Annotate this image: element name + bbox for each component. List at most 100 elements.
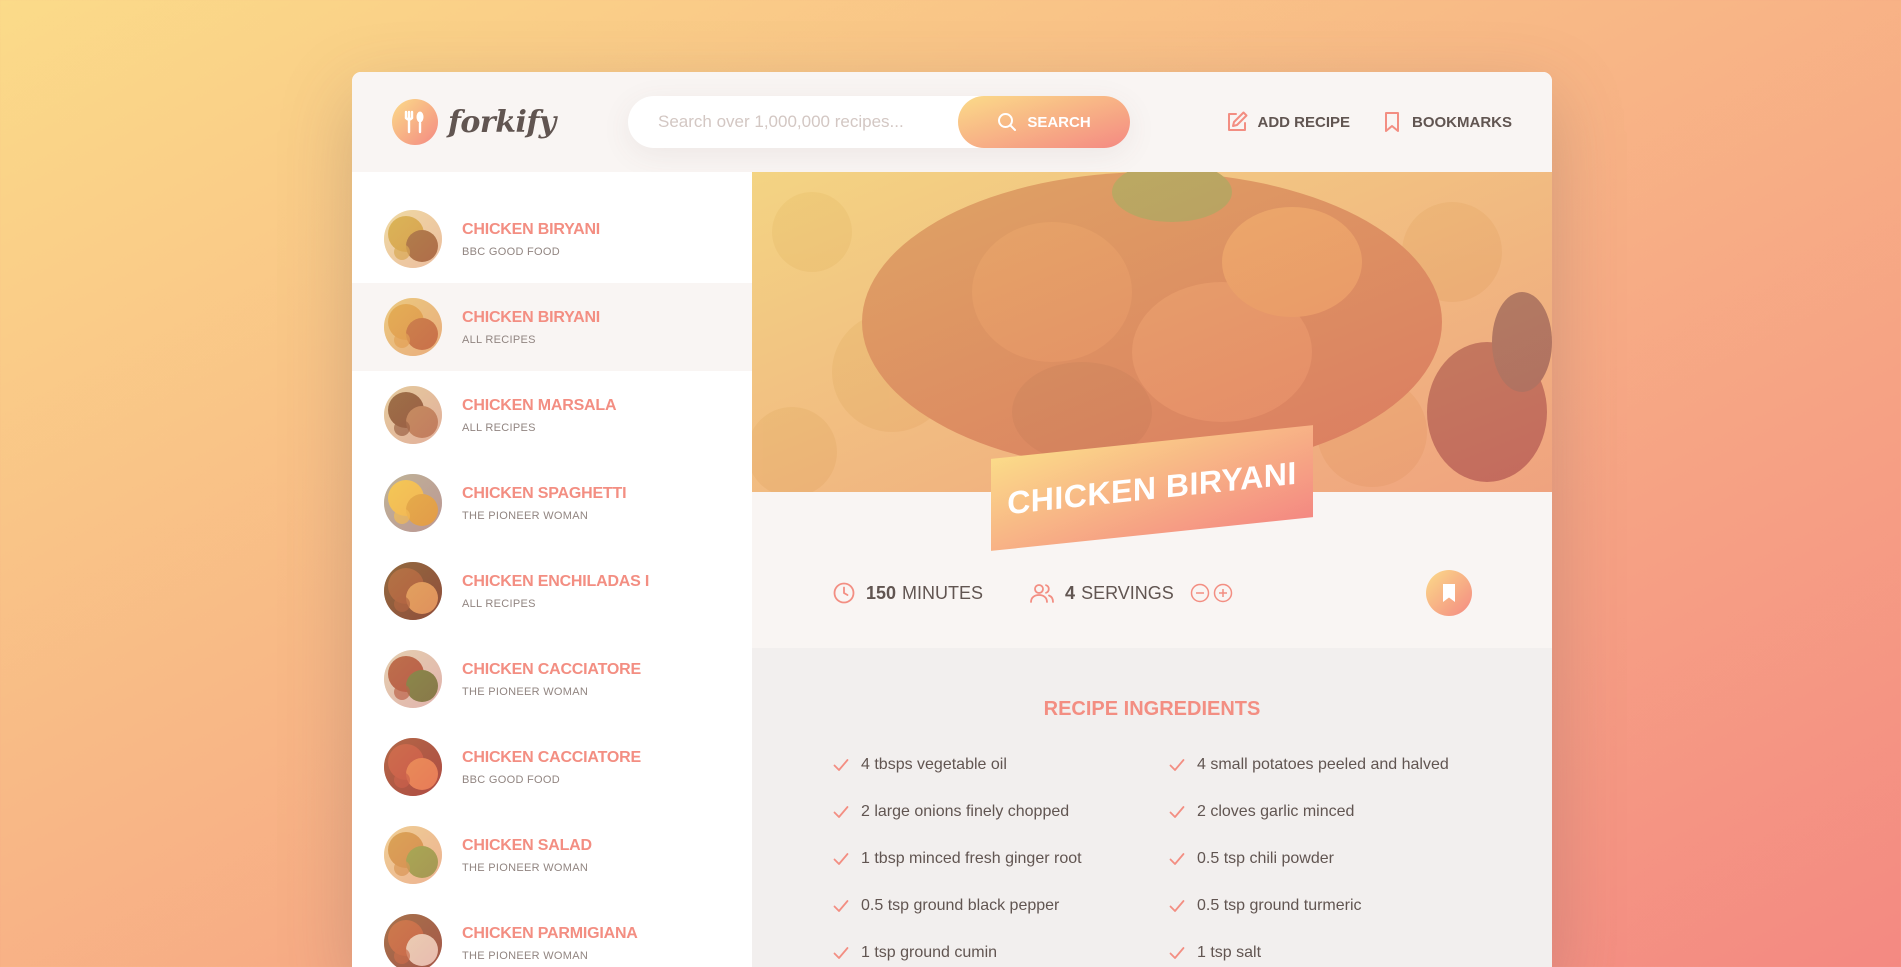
result-publisher: BBC GOOD FOOD	[462, 245, 561, 258]
main-nav: ADD RECIPE BOOKMARKS	[1225, 102, 1512, 142]
check-icon	[1168, 944, 1186, 962]
add-recipe-label: ADD RECIPE	[1257, 113, 1350, 131]
ingredient-item: 4 tbsps vegetable oil	[832, 756, 1162, 774]
result-thumbnail	[384, 298, 442, 356]
ingredient-item: 2 cloves garlic minced	[1168, 803, 1498, 821]
recipe-view: CHICKEN BIRYANI 150 MINUTES 4 SERVINGS R…	[752, 172, 1552, 967]
cooking-time-value: 150	[866, 582, 897, 603]
result-item[interactable]: CHICKEN BIRYANI BBC GOOD FOOD	[352, 195, 752, 283]
search-form: SEARCH	[628, 96, 1130, 148]
result-item[interactable]: CHICKEN BIRYANI ALL RECIPES	[352, 283, 752, 371]
logo-text: forkify	[448, 104, 556, 140]
result-title: CHICKEN BIRYANI	[462, 308, 601, 326]
users-icon	[1029, 581, 1055, 605]
result-publisher: ALL RECIPES	[462, 597, 536, 610]
search-icon	[997, 112, 1017, 132]
recipe-ingredients: RECIPE INGREDIENTS 4 tbsps vegetable oil…	[752, 648, 1552, 967]
result-publisher: BBC GOOD FOOD	[462, 773, 561, 786]
check-icon	[832, 803, 850, 821]
bookmark-icon	[1380, 110, 1404, 134]
plus-circle-icon[interactable]	[1213, 583, 1233, 603]
servings-controls	[1190, 583, 1233, 603]
check-icon	[1168, 803, 1186, 821]
result-thumbnail	[384, 914, 442, 967]
ingredient-text: 1 tsp salt	[1197, 944, 1262, 961]
bookmarks-button[interactable]: BOOKMARKS	[1380, 102, 1512, 142]
result-item[interactable]: CHICKEN PARMIGIANA THE PIONEER WOMAN	[352, 899, 752, 967]
result-thumbnail	[384, 386, 442, 444]
cooking-time: 150 MINUTES	[832, 581, 983, 605]
check-icon	[832, 756, 850, 774]
result-publisher: THE PIONEER WOMAN	[462, 509, 589, 522]
result-item[interactable]: CHICKEN SPAGHETTI THE PIONEER WOMAN	[352, 459, 752, 547]
search-results: CHICKEN BIRYANI BBC GOOD FOOD CHICKEN BIRY…	[352, 172, 752, 967]
result-title: CHICKEN PARMIGIANA	[462, 924, 638, 942]
ingredient-text: 2 cloves garlic minced	[1197, 803, 1355, 820]
result-item[interactable]: CHICKEN MARSALA ALL RECIPES	[352, 371, 752, 459]
bookmarks-label: BOOKMARKS	[1412, 113, 1512, 131]
result-thumbnail	[384, 562, 442, 620]
result-item[interactable]: CHICKEN CACCIATORE BBC GOOD FOOD	[352, 723, 752, 811]
ingredient-item: 1 tbsp minced fresh ginger root	[832, 850, 1162, 868]
clock-icon	[832, 581, 856, 605]
result-thumbnail	[384, 474, 442, 532]
result-title: CHICKEN SPAGHETTI	[462, 484, 627, 502]
ingredient-item: 4 small potatoes peeled and halved	[1168, 756, 1498, 774]
app-container: forkify SEARCH ADD RECIPE	[352, 72, 1552, 967]
ingredient-item: 0.5 tsp ground black pepper	[832, 897, 1162, 915]
result-publisher: THE PIONEER WOMAN	[462, 861, 589, 874]
ingredient-item: 1 tsp ground cumin	[832, 944, 1162, 962]
result-thumbnail	[384, 210, 442, 268]
servings: 4 SERVINGS	[1029, 581, 1233, 605]
ingredient-text: 0.5 tsp ground turmeric	[1197, 897, 1362, 914]
add-recipe-button[interactable]: ADD RECIPE	[1225, 102, 1350, 142]
check-icon	[832, 897, 850, 915]
result-item[interactable]: CHICKEN ENCHILADAS I ALL RECIPES	[352, 547, 752, 635]
search-button-label: SEARCH	[1027, 113, 1091, 131]
result-publisher: THE PIONEER WOMAN	[462, 685, 589, 698]
edit-icon	[1225, 110, 1249, 134]
ingredients-heading: RECIPE INGREDIENTS	[1043, 698, 1261, 720]
header: forkify SEARCH ADD RECIPE	[352, 72, 1552, 172]
ingredient-text: 2 large onions finely chopped	[861, 803, 1070, 820]
search-button[interactable]: SEARCH	[958, 96, 1130, 148]
result-thumbnail	[384, 650, 442, 708]
result-publisher: ALL RECIPES	[462, 333, 536, 346]
result-publisher: THE PIONEER WOMAN	[462, 949, 589, 962]
result-item[interactable]: CHICKEN CACCIATORE THE PIONEER WOMAN	[352, 635, 752, 723]
search-input[interactable]	[628, 96, 958, 148]
result-item[interactable]: CHICKEN SALAD THE PIONEER WOMAN	[352, 811, 752, 899]
result-title: CHICKEN SALAD	[462, 836, 592, 854]
result-thumbnail	[384, 826, 442, 884]
servings-unit: SERVINGS	[1081, 582, 1174, 603]
ingredient-text: 0.5 tsp chili powder	[1197, 850, 1334, 867]
check-icon	[1168, 756, 1186, 774]
ingredient-text: 4 small potatoes peeled and halved	[1197, 756, 1449, 773]
result-title: CHICKEN MARSALA	[462, 396, 617, 414]
bookmark-icon	[1438, 582, 1460, 604]
ingredient-item: 0.5 tsp chili powder	[1168, 850, 1498, 868]
ingredient-item: 0.5 tsp ground turmeric	[1168, 897, 1498, 915]
check-icon	[1168, 850, 1186, 868]
ingredient-item: 2 large onions finely chopped	[832, 803, 1162, 821]
check-icon	[832, 850, 850, 868]
result-title: CHICKEN ENCHILADAS I	[462, 572, 650, 590]
check-icon	[1168, 897, 1186, 915]
ingredient-text: 0.5 tsp ground black pepper	[861, 897, 1060, 914]
fork-knife-icon	[392, 99, 438, 145]
servings-value: 4	[1065, 582, 1076, 603]
check-icon	[832, 944, 850, 962]
result-thumbnail	[384, 738, 442, 796]
ingredient-text: 1 tsp ground cumin	[861, 944, 998, 961]
ingredient-text: 1 tbsp minced fresh ginger root	[861, 850, 1082, 867]
cooking-time-unit: MINUTES	[902, 582, 984, 603]
result-title: CHICKEN CACCIATORE	[462, 748, 641, 766]
recipe-details: 150 MINUTES 4 SERVINGS	[832, 570, 1472, 616]
ingredient-item: 1 tsp salt	[1168, 944, 1498, 962]
result-publisher: ALL RECIPES	[462, 421, 536, 434]
minus-circle-icon[interactable]	[1190, 583, 1210, 603]
bookmark-recipe-button[interactable]	[1426, 570, 1472, 616]
result-title: CHICKEN CACCIATORE	[462, 660, 641, 678]
ingredient-text: 4 tbsps vegetable oil	[861, 756, 1007, 773]
logo[interactable]: forkify	[392, 99, 556, 145]
